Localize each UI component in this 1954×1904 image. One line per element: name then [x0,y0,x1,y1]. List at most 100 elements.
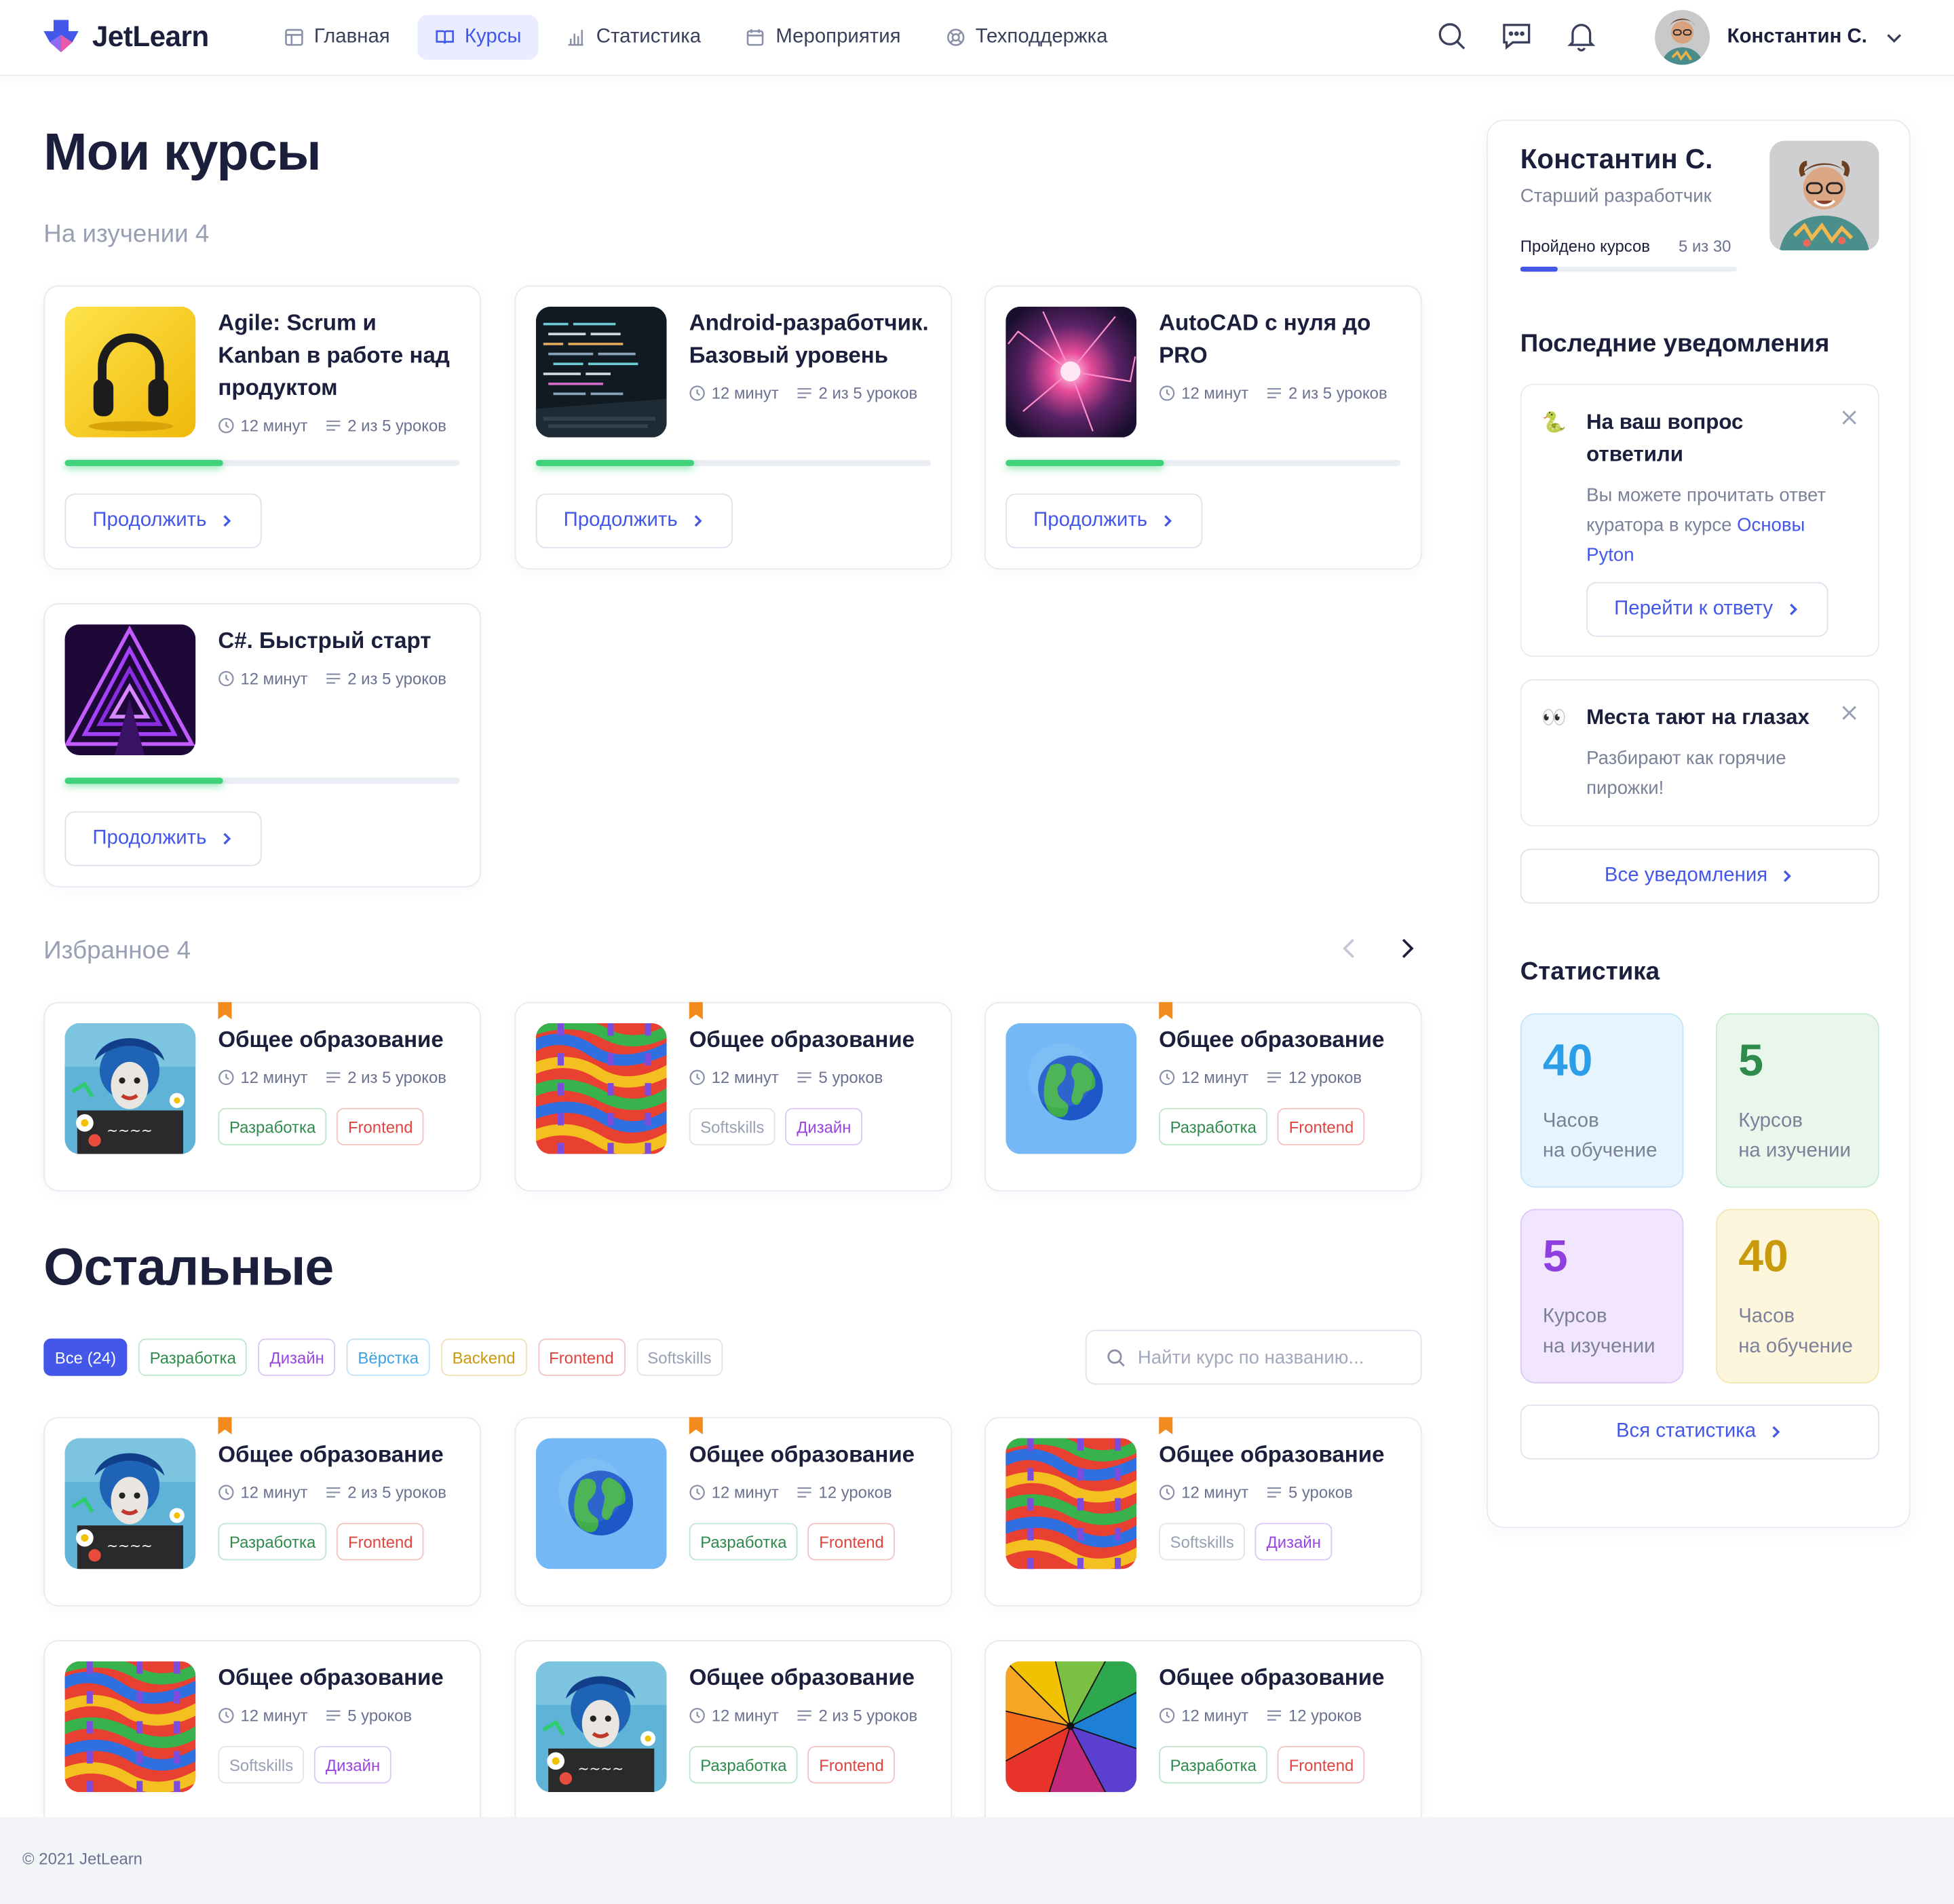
course-tag[interactable]: Softskills [689,1107,775,1145]
nav-item-support[interactable]: Техподдержка [928,15,1125,60]
course-card[interactable]: Общее образование 12 минут 12 уроков Раз… [514,1417,953,1607]
course-title: Общее образование [689,1664,915,1690]
all-stats-button[interactable]: Вся статистика [1520,1404,1879,1460]
profile-sidebar: Константин С. Старший разработчик Пройде… [1487,119,1911,1528]
close-icon[interactable] [1841,408,1858,426]
search-icon[interactable] [1436,20,1468,52]
profile-name: Константин С. [1520,143,1713,175]
favorites-label: Избранное 4 [43,937,191,965]
course-card[interactable]: ~~~~ Общее образование 12 минут 2 из 5 у… [43,1417,481,1607]
course-tag[interactable]: Разработка [218,1107,327,1145]
bookmark-icon[interactable] [218,1002,232,1020]
course-tag[interactable]: Разработка [689,1746,799,1784]
continue-button[interactable]: Продолжить [1005,493,1203,549]
chevron-left-icon[interactable] [1336,935,1363,962]
course-tag[interactable]: Frontend [1278,1746,1365,1784]
bookmark-icon[interactable] [689,1002,703,1020]
course-tag[interactable]: Разработка [1159,1746,1268,1784]
course-progress [535,459,932,466]
course-title: Общее образование [218,1442,444,1467]
clock-icon [1159,385,1175,401]
course-card[interactable]: Общее образование 12 минут 12 уроков Раз… [984,1640,1422,1830]
course-card[interactable]: Общее образование 12 минут 5 уроков Soft… [43,1640,481,1830]
chevron-right-icon[interactable] [1393,935,1420,962]
course-tag[interactable]: Frontend [807,1746,896,1784]
nav-item-stats[interactable]: Статистика [549,15,719,60]
clock-icon [1159,1069,1175,1086]
course-meta: 12 минут 5 уроков [1159,1483,1353,1502]
close-icon[interactable] [1841,704,1858,722]
nav-item-events[interactable]: Мероприятия [729,15,919,60]
course-tag[interactable]: Frontend [1278,1107,1365,1145]
chevron-right-icon [223,833,231,845]
bookmark-icon[interactable] [1159,1002,1173,1020]
course-progress [64,778,460,784]
filter-backend[interactable]: Backend [441,1338,527,1376]
course-tag[interactable]: Дизайн [314,1746,391,1784]
lessons-icon [797,387,811,399]
stat-label-line1: Курсов [1542,1306,1607,1328]
nav-label-home: Главная [313,26,390,47]
lessons-icon [326,1072,341,1083]
bookmark-icon[interactable] [218,1417,232,1435]
bookmark-icon[interactable] [1159,1417,1173,1435]
course-tag[interactable]: Frontend [337,1523,425,1561]
course-tag[interactable]: Frontend [807,1523,896,1561]
course-card[interactable]: C#. Быстрый старт 12 минут 2 из 5 уроков… [43,603,481,888]
notification-body: Вы можете прочитать ответ куратора в кур… [1586,481,1853,571]
stat-label-line2: на изучении [1542,1335,1655,1358]
all-notifications-button[interactable]: Все уведомления [1520,848,1879,904]
filter-softskills[interactable]: Softskills [636,1338,723,1376]
clock-icon [218,1069,234,1086]
search-input[interactable] [1137,1346,1400,1368]
course-tag[interactable]: Frontend [337,1107,425,1145]
filter-all[interactable]: Все (24) [43,1338,128,1376]
go-to-answer-button[interactable]: Перейти к ответу [1586,582,1828,637]
logo-text: JetLearn [92,19,209,52]
bell-icon[interactable] [1565,20,1598,52]
continue-button[interactable]: Продолжить [64,811,262,867]
page-title: Мои курсы [43,121,321,181]
course-tag[interactable]: Softskills [218,1746,305,1784]
notification-card: 🐍 На ваш вопрос ответили Вы можете прочи… [1520,383,1879,657]
stat-value: 40 [1738,1230,1788,1282]
course-card[interactable]: AutoCAD с нуля до PRO 12 минут 2 из 5 ур… [984,285,1422,570]
nav-item-home[interactable]: Главная [267,15,407,60]
course-card[interactable]: ~~~~ Общее образование 12 минут 2 из 5 у… [514,1640,953,1830]
profile-progress-fill [1520,267,1558,272]
filter-design[interactable]: Дизайн [258,1338,336,1376]
course-card[interactable]: Agile: Scrum и Kanban в работе над проду… [43,285,481,570]
user-menu[interactable]: Константин С. [1655,9,1904,65]
continue-button[interactable]: Продолжить [64,493,262,549]
course-card[interactable]: Общее образование 12 минут 5 уроков Soft… [514,1002,953,1192]
course-card[interactable]: Общее образование 12 минут 5 уроков Soft… [984,1417,1422,1607]
filter-layout[interactable]: Вёрстка [346,1338,430,1376]
course-title: Android-разработчик. Базовый уровень [689,310,929,368]
filter-dev[interactable]: Разработка [138,1338,248,1376]
bar-chart-icon [569,30,584,46]
course-image: ~~~~ [64,1438,196,1569]
course-time: 12 минут [240,669,308,688]
course-lessons: 2 из 5 уроков [347,416,446,436]
messages-icon[interactable] [1500,20,1533,52]
continue-button-label: Продолжить [1033,510,1148,531]
course-card[interactable]: Android-разработчик. Базовый уровень 12 … [514,285,953,570]
course-tag[interactable]: Разработка [689,1523,799,1561]
course-tag[interactable]: Дизайн [785,1107,862,1145]
filter-frontend[interactable]: Frontend [537,1338,626,1376]
logo[interactable]: JetLearn [42,18,209,55]
course-card[interactable]: ~~~~ Общее образование 12 минут 2 из 5 у… [43,1002,481,1192]
course-card[interactable]: Общее образование 12 минут 12 уроков Раз… [984,1002,1422,1192]
bookmark-icon[interactable] [689,1417,703,1435]
profile-role: Старший разработчик [1520,185,1712,207]
course-time: 12 минут [1181,1068,1249,1087]
course-tag[interactable]: Дизайн [1255,1523,1333,1561]
favorites-pagination [1336,935,1421,962]
course-tag[interactable]: Разработка [1159,1107,1268,1145]
course-tag[interactable]: Softskills [1159,1523,1246,1561]
nav-item-courses[interactable]: Курсы [417,15,539,60]
continue-button-label: Продолжить [563,510,678,531]
course-tag[interactable]: Разработка [218,1523,327,1561]
lifebuoy-icon [946,28,965,46]
continue-button[interactable]: Продолжить [535,493,733,549]
